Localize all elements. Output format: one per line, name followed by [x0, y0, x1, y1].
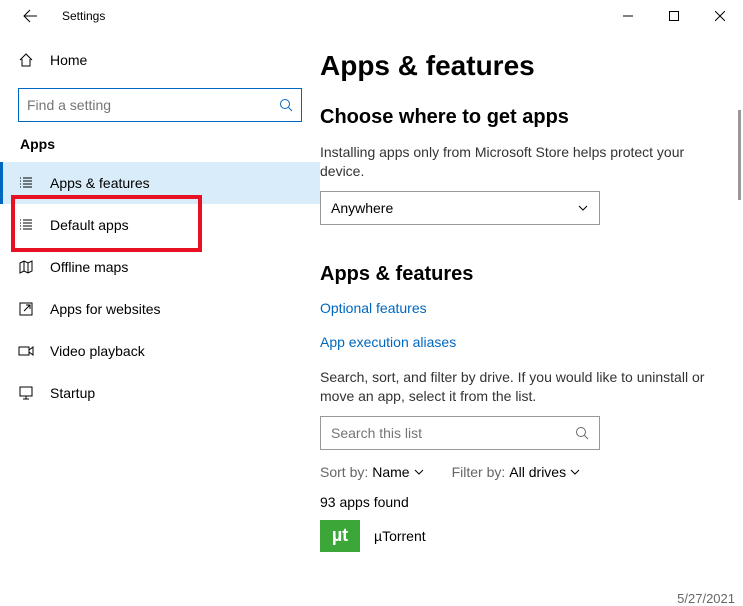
arrow-left-icon	[22, 8, 38, 24]
sort-value: Name	[372, 464, 409, 480]
filter-value: All drives	[509, 464, 566, 480]
list-icon	[18, 175, 44, 191]
apps-count: 93 apps found	[320, 494, 729, 510]
filter-by-control[interactable]: Filter by: All drives	[452, 464, 580, 480]
home-icon	[18, 52, 44, 68]
video-icon	[18, 343, 44, 359]
minimize-button[interactable]	[605, 0, 651, 32]
execution-aliases-link[interactable]: App execution aliases	[320, 334, 456, 350]
sort-filter-row: Sort by: Name Filter by: All drives	[320, 464, 729, 480]
nav-label: Video playback	[50, 343, 145, 359]
chevron-down-icon	[570, 467, 580, 477]
dropdown-value: Anywhere	[331, 200, 393, 216]
window-controls	[605, 0, 743, 32]
sort-label: Sort by:	[320, 464, 368, 480]
utorrent-icon: µt	[320, 520, 360, 552]
sidebar-item-apps-websites[interactable]: Apps for websites	[0, 288, 320, 330]
search-list-box[interactable]	[320, 416, 600, 450]
search-icon	[575, 426, 589, 440]
list-icon	[18, 217, 44, 233]
app-list-item[interactable]: µt µTorrent	[320, 520, 729, 552]
sidebar: Home Apps Apps & features Default apps	[0, 32, 320, 606]
filter-description: Search, sort, and filter by drive. If yo…	[320, 368, 729, 406]
back-button[interactable]	[16, 8, 44, 24]
maximize-icon	[669, 11, 679, 21]
chevron-down-icon	[414, 467, 424, 477]
nav-label: Apps & features	[50, 175, 150, 191]
minimize-icon	[623, 11, 633, 21]
map-icon	[18, 259, 44, 275]
sidebar-item-default-apps[interactable]: Default apps	[0, 204, 320, 246]
nav-label: Offline maps	[50, 259, 128, 275]
sidebar-item-video-playback[interactable]: Video playback	[0, 330, 320, 372]
sidebar-item-apps-features[interactable]: Apps & features	[0, 162, 320, 204]
window-title: Settings	[62, 9, 105, 23]
home-nav[interactable]: Home	[0, 40, 320, 80]
sort-by-control[interactable]: Sort by: Name	[320, 464, 424, 480]
features-heading: Apps & features	[320, 263, 729, 286]
open-icon	[18, 301, 44, 317]
source-description: Installing apps only from Microsoft Stor…	[320, 143, 729, 181]
sidebar-item-offline-maps[interactable]: Offline maps	[0, 246, 320, 288]
nav-label: Default apps	[50, 217, 129, 233]
app-source-dropdown[interactable]: Anywhere	[320, 191, 600, 225]
page-title: Apps & features	[320, 50, 729, 82]
main-content: Apps & features Choose where to get apps…	[320, 32, 743, 606]
optional-features-link[interactable]: Optional features	[320, 300, 427, 316]
filter-label: Filter by:	[452, 464, 506, 480]
chevron-down-icon	[577, 202, 589, 214]
date-text: 5/27/2021	[677, 591, 735, 606]
search-list-input[interactable]	[331, 425, 575, 441]
nav-label: Startup	[50, 385, 95, 401]
close-icon	[715, 11, 725, 21]
find-setting-input[interactable]	[27, 97, 279, 113]
category-heading: Apps	[20, 136, 320, 152]
app-name: µTorrent	[374, 528, 426, 544]
maximize-button[interactable]	[651, 0, 697, 32]
source-heading: Choose where to get apps	[320, 106, 729, 129]
title-bar: Settings	[0, 0, 743, 32]
scrollbar[interactable]	[738, 110, 741, 200]
nav-label: Apps for websites	[50, 301, 161, 317]
home-label: Home	[50, 52, 87, 68]
search-icon	[279, 98, 293, 112]
startup-icon	[18, 385, 44, 401]
find-setting-search[interactable]	[18, 88, 302, 122]
sidebar-item-startup[interactable]: Startup	[0, 372, 320, 414]
close-button[interactable]	[697, 0, 743, 32]
